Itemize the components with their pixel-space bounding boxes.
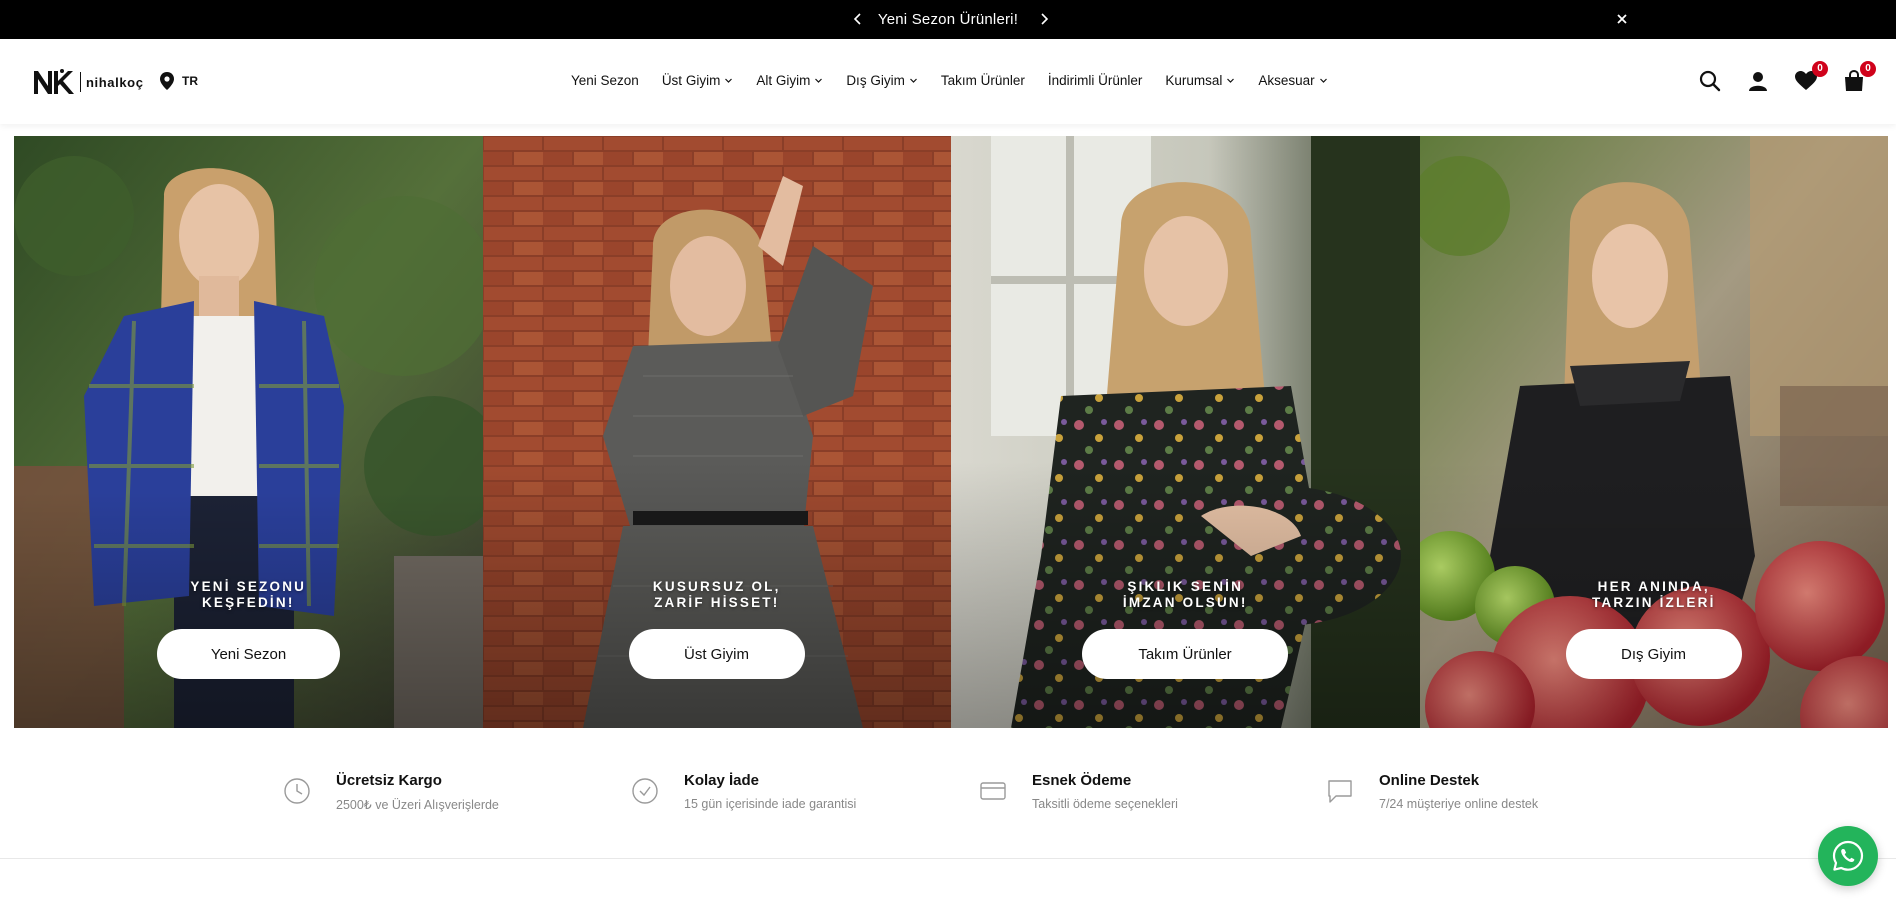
section-divider [0, 858, 1896, 859]
hero-panel-dis-giyim[interactable]: HER ANINDA, TARZIN İZLERİ Dış Giyim [1419, 136, 1889, 728]
nav-label: İndirimli Ürünler [1047, 73, 1143, 88]
logo-wordmark: nihalkoç [86, 74, 144, 90]
hero-grid: YENİ SEZONU KEŞFEDİN! Yeni Sezon KUSURSU… [14, 136, 1888, 728]
caption-line: KEŞFEDİN! [201, 595, 295, 610]
hero-panel-takim-urunler[interactable]: ŞIKLIK SENİN İMZAN OLSUN! Takım Ürünler [951, 136, 1420, 728]
caption-line: ŞIKLIK SENİN [1127, 579, 1244, 594]
caption-line: HER ANINDA, [1597, 579, 1710, 594]
feature-subtitle: 2500₺ ve Üzeri Alışverişlerde [336, 798, 499, 812]
clock-icon [284, 778, 310, 804]
nav-item-aksesuar[interactable]: Aksesuar [1258, 73, 1327, 88]
chevron-right-icon[interactable] [1033, 8, 1055, 30]
nav-item-dis-giyim[interactable]: Dış Giyim [846, 73, 918, 88]
hero-caption: YENİ SEZONU KEŞFEDİN! [14, 579, 483, 611]
feature-subtitle: Taksitli ödeme seçenekleri [1032, 797, 1178, 811]
nav-item-indirimli-urunler[interactable]: İndirimli Ürünler [1048, 73, 1143, 88]
feature-subtitle: 15 gün içerisinde iade garantisi [684, 797, 857, 811]
feature-online-support: Online Destek 7/24 müşteriye online dest… [1325, 772, 1538, 811]
wishlist-button[interactable]: 0 [1794, 61, 1828, 93]
whatsapp-icon [1832, 840, 1864, 871]
caption-line: ZARİF HİSSET! [654, 595, 780, 610]
main-nav: Yeni Sezon Üst Giyim Alt Giyim Dış Giyim… [571, 73, 1351, 88]
cart-count-badge: 0 [1860, 61, 1876, 77]
caption-line: TARZIN İZLERİ [1591, 595, 1716, 610]
hero-panel-yeni-sezon[interactable]: YENİ SEZONU KEŞFEDİN! Yeni Sezon [14, 136, 483, 728]
nav-item-ust-giyim[interactable]: Üst Giyim [662, 73, 734, 88]
chat-bubble-icon [1328, 780, 1352, 803]
close-icon[interactable] [1612, 9, 1632, 29]
user-icon[interactable] [1746, 69, 1770, 93]
feature-flexible-payment: Esnek Ödeme Taksitli ödeme seçenekleri [978, 772, 1178, 811]
header-actions: 0 0 [1698, 61, 1876, 97]
nav-label: Dış Giyim [846, 73, 905, 88]
chevron-down-icon [1319, 78, 1327, 83]
search-icon[interactable] [1698, 69, 1722, 93]
nav-item-alt-giyim[interactable]: Alt Giyim [756, 73, 823, 88]
chevron-down-icon [1227, 78, 1235, 83]
hero-caption: KUSURSUZ OL, ZARİF HİSSET! [483, 579, 952, 611]
feature-title: Online Destek [1379, 772, 1480, 789]
feature-subtitle: 7/24 müşteriye online destek [1379, 797, 1539, 811]
yeni-sezon-button[interactable]: Yeni Sezon [157, 629, 340, 679]
whatsapp-button[interactable] [1818, 826, 1878, 886]
cart-button[interactable]: 0 [1842, 61, 1876, 93]
takim-urunler-button[interactable]: Takım Ürünler [1082, 629, 1288, 679]
feature-title: Kolay İade [684, 772, 760, 789]
hero-caption: ŞIKLIK SENİN İMZAN OLSUN! [951, 579, 1420, 611]
language-selector[interactable]: TR [160, 72, 198, 90]
check-circle-icon [632, 778, 658, 804]
credit-card-icon [980, 782, 1006, 800]
feature-title: Ücretsiz Kargo [336, 772, 442, 789]
site-header: nihalkoç TR Yeni Sezon Üst Giyim Alt Giy… [0, 39, 1896, 124]
language-code: TR [182, 74, 198, 88]
chevron-down-icon [909, 78, 917, 83]
wishlist-count-badge: 0 [1812, 61, 1828, 77]
feature-title: Esnek Ödeme [1032, 772, 1132, 789]
caption-line: YENİ SEZONU [190, 579, 307, 594]
nav-item-takim-urunler[interactable]: Takım Ürünler [941, 73, 1025, 88]
brand-logo[interactable]: nihalkoç [32, 68, 144, 96]
dis-giyim-button[interactable]: Dış Giyim [1565, 629, 1742, 679]
logo-separator [80, 72, 81, 92]
nav-label: Kurumsal [1165, 73, 1223, 88]
location-pin-icon [160, 72, 174, 90]
logo-mark [34, 69, 74, 94]
hero-caption: HER ANINDA, TARZIN İZLERİ [1420, 579, 1889, 611]
nav-label: Yeni Sezon [571, 73, 639, 88]
nav-item-yeni-sezon[interactable]: Yeni Sezon [571, 73, 639, 88]
feature-strip: Ücretsiz Kargo 2500₺ ve Üzeri Alışverişl… [0, 728, 1896, 858]
nav-label: Aksesuar [1258, 73, 1315, 88]
hero-panel-ust-giyim[interactable]: KUSURSUZ OL, ZARİF HİSSET! Üst Giyim [482, 136, 952, 728]
caption-line: KUSURSUZ OL, [652, 579, 781, 594]
announcement-bar: Yeni Sezon Ürünleri! [0, 0, 1896, 39]
nav-label: Takım Ürünler [940, 73, 1025, 88]
ust-giyim-button[interactable]: Üst Giyim [628, 629, 805, 679]
nav-label: Üst Giyim [661, 73, 721, 88]
feature-free-shipping: Ücretsiz Kargo 2500₺ ve Üzeri Alışverişl… [282, 772, 499, 812]
chevron-down-icon [725, 78, 733, 83]
nav-item-kurumsal[interactable]: Kurumsal [1165, 73, 1235, 88]
nav-label: Alt Giyim [756, 73, 811, 88]
caption-line: İMZAN OLSUN! [1122, 595, 1248, 610]
feature-easy-return: Kolay İade 15 gün içerisinde iade garant… [630, 772, 856, 811]
chevron-down-icon [815, 78, 823, 83]
